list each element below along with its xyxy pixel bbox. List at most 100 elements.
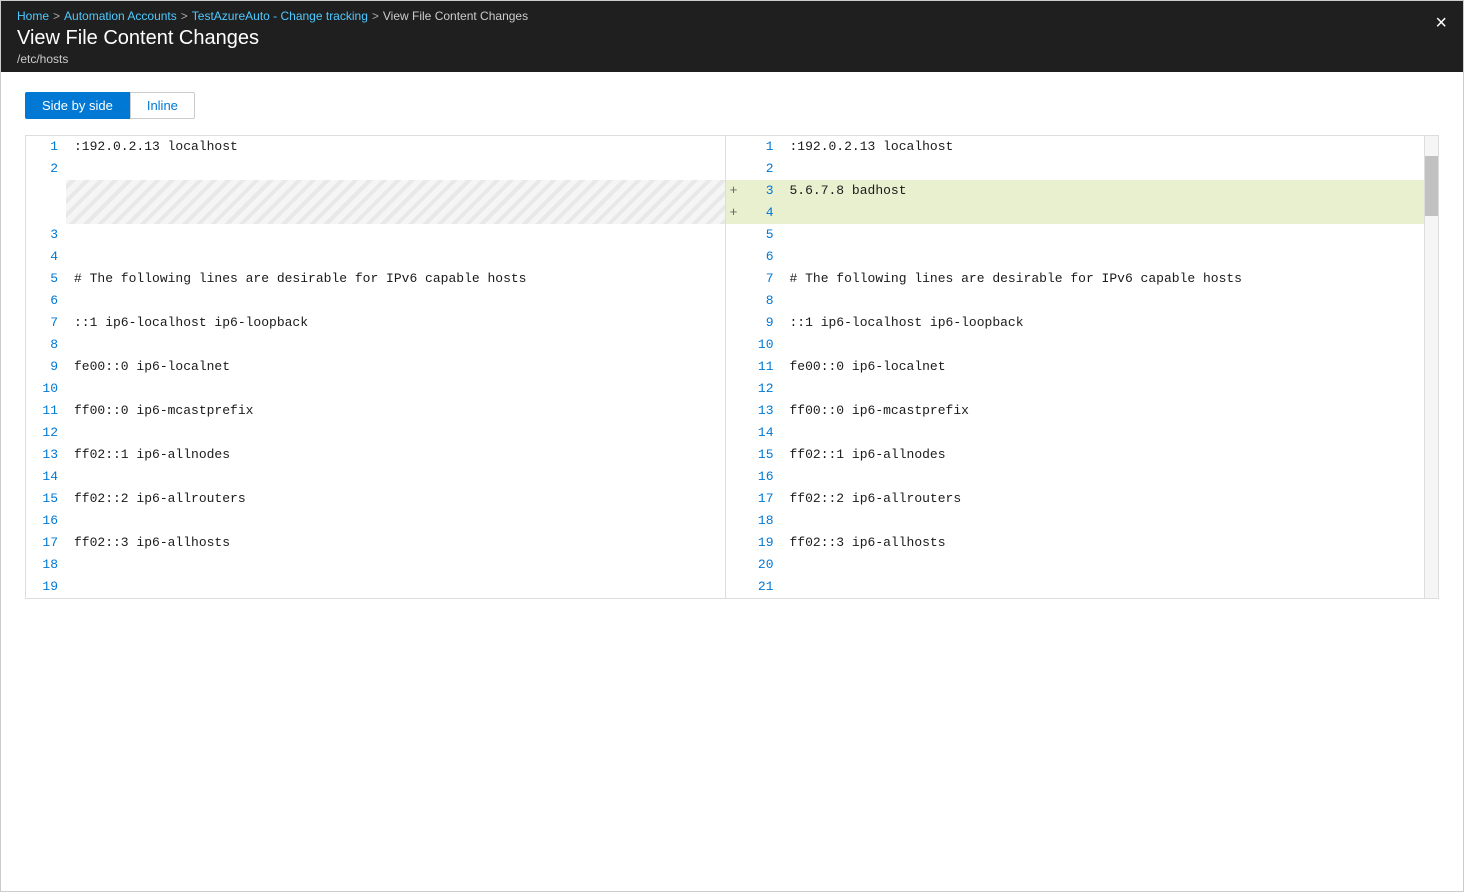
diff-line: 11ff00::0 ip6-mcastprefix bbox=[26, 400, 725, 422]
line-content bbox=[782, 378, 1425, 400]
line-marker bbox=[726, 488, 742, 510]
line-number: 16 bbox=[26, 510, 66, 532]
line-content bbox=[66, 224, 725, 246]
diff-line: 4 bbox=[26, 246, 725, 268]
line-content: ff02::2 ip6-allrouters bbox=[66, 488, 725, 510]
diff-line: 6 bbox=[726, 246, 1425, 268]
line-number: 3 bbox=[742, 180, 782, 202]
line-content: ff02::3 ip6-allhosts bbox=[66, 532, 725, 554]
side-by-side-button[interactable]: Side by side bbox=[25, 92, 130, 119]
line-marker bbox=[726, 136, 742, 158]
diff-line: 5 bbox=[726, 224, 1425, 246]
diff-line-empty bbox=[26, 180, 725, 224]
line-number bbox=[26, 180, 66, 224]
line-marker bbox=[726, 268, 742, 290]
line-number: 4 bbox=[26, 246, 66, 268]
line-number: 10 bbox=[26, 378, 66, 400]
diff-panel-right: 1:192.0.2.13 localhost2+35.6.7.8 badhost… bbox=[726, 136, 1425, 598]
line-content bbox=[66, 378, 725, 400]
diff-panel-left: 1:192.0.2.13 localhost2345# The followin… bbox=[26, 136, 726, 598]
line-content bbox=[66, 422, 725, 444]
line-marker bbox=[726, 510, 742, 532]
line-content: ::1 ip6-localhost ip6-loopback bbox=[782, 312, 1425, 334]
diff-line: 11fe00::0 ip6-localnet bbox=[726, 356, 1425, 378]
line-content bbox=[66, 158, 725, 180]
line-marker bbox=[726, 334, 742, 356]
line-number: 11 bbox=[742, 356, 782, 378]
line-content: ff00::0 ip6-mcastprefix bbox=[66, 400, 725, 422]
line-marker bbox=[726, 290, 742, 312]
diff-scrollbar[interactable] bbox=[1424, 136, 1438, 598]
line-number: 16 bbox=[742, 466, 782, 488]
line-content bbox=[782, 576, 1425, 598]
diff-line: 17ff02::3 ip6-allhosts bbox=[26, 532, 725, 554]
diff-line: 14 bbox=[26, 466, 725, 488]
diff-line: 8 bbox=[26, 334, 725, 356]
line-number: 8 bbox=[742, 290, 782, 312]
line-content: ::1 ip6-localhost ip6-loopback bbox=[66, 312, 725, 334]
line-marker bbox=[726, 378, 742, 400]
diff-line: 7::1 ip6-localhost ip6-loopback bbox=[26, 312, 725, 334]
line-content: fe00::0 ip6-localnet bbox=[66, 356, 725, 378]
diff-line: 18 bbox=[26, 554, 725, 576]
line-number: 7 bbox=[742, 268, 782, 290]
breadcrumb-sep3: > bbox=[372, 9, 379, 23]
diff-line: 13ff02::1 ip6-allnodes bbox=[26, 444, 725, 466]
diff-line: 1:192.0.2.13 localhost bbox=[726, 136, 1425, 158]
line-content bbox=[782, 554, 1425, 576]
diff-line: 12 bbox=[726, 378, 1425, 400]
line-number: 5 bbox=[742, 224, 782, 246]
line-number: 11 bbox=[26, 400, 66, 422]
diff-line: +35.6.7.8 badhost bbox=[726, 180, 1425, 202]
breadcrumb-sep1: > bbox=[53, 9, 60, 23]
line-marker bbox=[726, 444, 742, 466]
inline-button[interactable]: Inline bbox=[130, 92, 195, 119]
line-content: ff02::1 ip6-allnodes bbox=[66, 444, 725, 466]
modal-overlay: Home > Automation Accounts > TestAzureAu… bbox=[0, 0, 1464, 892]
diff-line: 9::1 ip6-localhost ip6-loopback bbox=[726, 312, 1425, 334]
line-number: 6 bbox=[26, 290, 66, 312]
modal-body: Side by side Inline 1:192.0.2.13 localho… bbox=[1, 72, 1463, 619]
line-number: 18 bbox=[26, 554, 66, 576]
line-number: 12 bbox=[26, 422, 66, 444]
diff-line: 3 bbox=[26, 224, 725, 246]
diff-line: 14 bbox=[726, 422, 1425, 444]
line-content bbox=[66, 510, 725, 532]
diff-line: 16 bbox=[26, 510, 725, 532]
line-marker bbox=[726, 246, 742, 268]
breadcrumb-home[interactable]: Home bbox=[17, 9, 49, 23]
line-number: 9 bbox=[742, 312, 782, 334]
line-number: 8 bbox=[26, 334, 66, 356]
breadcrumb-change-tracking[interactable]: TestAzureAuto - Change tracking bbox=[192, 9, 368, 23]
line-number: 10 bbox=[742, 334, 782, 356]
line-number: 15 bbox=[26, 488, 66, 510]
line-marker bbox=[726, 400, 742, 422]
breadcrumb-sep2: > bbox=[181, 9, 188, 23]
line-content: ff02::2 ip6-allrouters bbox=[782, 488, 1425, 510]
line-marker bbox=[726, 466, 742, 488]
diff-container: 1:192.0.2.13 localhost2345# The followin… bbox=[25, 135, 1439, 599]
diff-line: 9fe00::0 ip6-localnet bbox=[26, 356, 725, 378]
line-content bbox=[782, 334, 1425, 356]
line-content bbox=[66, 576, 725, 598]
diff-line: 17ff02::2 ip6-allrouters bbox=[726, 488, 1425, 510]
line-number: 17 bbox=[26, 532, 66, 554]
line-number: 15 bbox=[742, 444, 782, 466]
line-marker bbox=[726, 312, 742, 334]
line-number: 5 bbox=[26, 268, 66, 290]
diff-line: 19ff02::3 ip6-allhosts bbox=[726, 532, 1425, 554]
breadcrumb-automation[interactable]: Automation Accounts bbox=[64, 9, 177, 23]
line-number: 2 bbox=[742, 158, 782, 180]
breadcrumb-current: View File Content Changes bbox=[383, 9, 528, 23]
line-number: 7 bbox=[26, 312, 66, 334]
close-button[interactable]: × bbox=[1435, 13, 1447, 33]
line-content bbox=[66, 290, 725, 312]
line-marker bbox=[726, 576, 742, 598]
line-number: 9 bbox=[26, 356, 66, 378]
line-marker bbox=[726, 554, 742, 576]
line-content bbox=[782, 246, 1425, 268]
diff-line: 10 bbox=[726, 334, 1425, 356]
diff-line: 1:192.0.2.13 localhost bbox=[26, 136, 725, 158]
diff-line: 8 bbox=[726, 290, 1425, 312]
line-number: 1 bbox=[26, 136, 66, 158]
